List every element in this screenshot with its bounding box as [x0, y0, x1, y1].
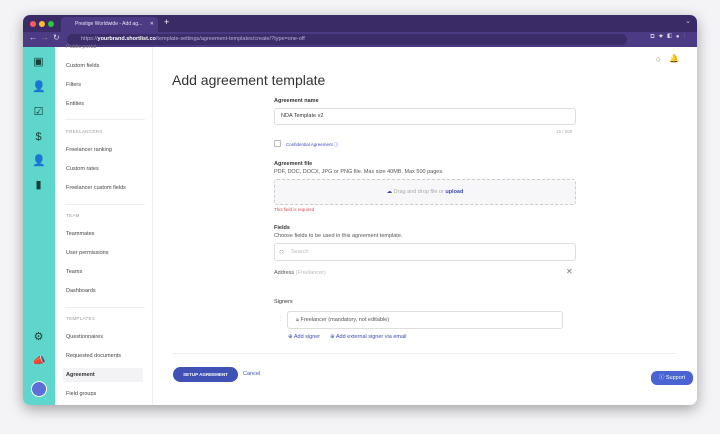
page-title: Add agreement template: [172, 72, 326, 88]
upload-cloud-icon: ☁: [386, 189, 393, 195]
back-icon[interactable]: ←: [29, 33, 37, 42]
support-button[interactable]: ⓘ Support: [651, 371, 693, 385]
setup-agreement-button[interactable]: SETUP AGREEMENT: [173, 367, 238, 382]
divider: [65, 204, 145, 205]
sidebar-item-questionnaires[interactable]: Questionnaires: [66, 334, 103, 340]
sidebar-item-freelancer-custom-fields[interactable]: Freelancer custom fields: [66, 185, 126, 191]
agreement-name-label: Agreement name: [274, 98, 319, 104]
fields-label: Fields: [274, 225, 290, 231]
forward-icon[interactable]: →: [41, 33, 49, 42]
add-signer-button[interactable]: ⊕ Add signer: [288, 334, 320, 340]
contacts-icon[interactable]: ▣: [32, 56, 45, 69]
user-check-icon[interactable]: 👤: [32, 155, 46, 168]
sidebar-item-teammates[interactable]: Teammates: [66, 231, 94, 237]
maximize-window-button[interactable]: [48, 21, 54, 27]
new-tab-button[interactable]: +: [164, 17, 169, 27]
url-prefix: https://: [81, 36, 98, 42]
fields-search-input[interactable]: ○ Search: [274, 243, 576, 261]
analytics-icon[interactable]: ▮: [32, 179, 45, 192]
url-input[interactable]: https://yourbrand.shortlist.co/template-…: [67, 34, 627, 45]
notifications-bell-icon[interactable]: 🔔: [669, 54, 679, 63]
file-dropzone[interactable]: ☁ Drag and drop file or upload: [274, 179, 576, 205]
announcements-icon[interactable]: 📣: [32, 355, 46, 368]
invoice-icon[interactable]: $: [32, 131, 45, 144]
sidebar-item-entities[interactable]: Entities: [66, 101, 84, 107]
divider: [65, 307, 145, 308]
reload-icon[interactable]: ↻: [53, 33, 60, 42]
close-window-button[interactable]: [30, 21, 36, 27]
settings-sidebar: Public portal Custom fields Filters Enti…: [55, 44, 153, 405]
confidential-label[interactable]: Confidential Agreement ⓘ: [286, 142, 339, 148]
add-external-signer-button[interactable]: ⊕ Add external signer via email: [330, 334, 406, 340]
help-icon: ⓘ: [658, 375, 665, 381]
user-search-icon[interactable]: 👤: [32, 81, 46, 94]
sidebar-item-requested-documents[interactable]: Requested documents: [66, 353, 121, 359]
signer-name: Freelancer (mandatory, not editable): [300, 317, 390, 323]
sidebar-item-user-permissions[interactable]: User permissions: [66, 250, 108, 256]
plus-circle-icon: ⊕: [288, 334, 293, 340]
sidebar-item-filters[interactable]: Filters: [66, 82, 81, 88]
settings-gear-icon[interactable]: ⚙: [32, 331, 45, 344]
close-tab-icon[interactable]: ✕: [150, 17, 154, 32]
divider: [65, 119, 145, 120]
icon-rail: ▣ 👤 ☑ $ 👤 ▮ ⚙ 📣: [23, 47, 55, 405]
sidebar-item-agreement[interactable]: Agreement: [66, 372, 95, 378]
character-counter: 15 / 200: [556, 129, 573, 134]
field-item-name: Address: [274, 270, 295, 276]
file-error-message: This field is required: [274, 207, 315, 212]
minimize-window-button[interactable]: [39, 21, 45, 27]
avatar[interactable]: [31, 381, 47, 397]
file-hint: PDF, DOC, DOCX, JPG or PNG file. Max siz…: [274, 169, 444, 175]
sidebar-item-teams[interactable]: Teams: [66, 269, 82, 275]
browser-window: Prestige Worldwide - Add ag... ✕ + ⌄ ← → …: [23, 15, 697, 405]
drag-handle-icon[interactable]: ⋮: [278, 315, 284, 322]
fields-hint: Choose fields to be used in this agreeme…: [274, 233, 403, 239]
tab-bar: Prestige Worldwide - Add ag... ✕ + ⌄: [23, 15, 697, 32]
info-icon: ⓘ: [334, 142, 339, 147]
section-heading: FREELANCERS: [66, 129, 103, 134]
extensions-icon[interactable]: ⧉✦◧●⋮: [650, 34, 689, 41]
cancel-button[interactable]: Cancel: [243, 371, 260, 377]
sidebar-item-public-portal[interactable]: Public portal: [66, 44, 96, 50]
main-content: ○ 🔔 Add agreement template Agreement nam…: [154, 47, 697, 405]
sidebar-item-custom-rates[interactable]: Custom rates: [66, 166, 99, 172]
agreement-file-label: Agreement file: [274, 161, 313, 167]
sidebar-item-field-groups[interactable]: Field groups: [66, 391, 96, 397]
url-domain: yourbrand.shortlist.co: [97, 36, 156, 42]
address-bar-row: ← → ↻ https://yourbrand.shortlist.co/tem…: [23, 32, 697, 47]
plus-circle-icon: ⊕: [330, 334, 335, 340]
sidebar-item-custom-fields[interactable]: Custom fields: [66, 63, 99, 69]
section-heading: TEMPLATES: [66, 316, 96, 321]
divider: [172, 353, 677, 354]
sidebar-item-freelancer-ranking[interactable]: Freelancer ranking: [66, 147, 112, 153]
search-icon: ○: [279, 247, 284, 256]
confidential-checkbox[interactable]: [274, 140, 281, 147]
tab-title: Prestige Worldwide - Add ag...: [75, 21, 143, 27]
tab-list-chevron-icon[interactable]: ⌄: [685, 17, 691, 25]
field-item-source: (Freelancer): [295, 270, 326, 276]
section-heading: TEAM: [66, 213, 80, 218]
drop-text: Drag and drop file or: [393, 189, 446, 195]
checklist-icon[interactable]: ☑: [32, 106, 45, 119]
search-icon[interactable]: ○: [656, 54, 661, 64]
upload-link[interactable]: upload: [445, 189, 463, 195]
signer-row: 🔒︎ Freelancer (mandatory, not editable): [287, 311, 563, 329]
agreement-name-input[interactable]: NDA Template v2: [274, 108, 576, 125]
remove-field-icon[interactable]: ✕: [566, 267, 573, 276]
agreement-name-value: NDA Template v2: [281, 113, 324, 119]
url-path: /template-settings/agreement-templates/c…: [155, 36, 305, 42]
sidebar-item-dashboards[interactable]: Dashboards: [66, 288, 96, 294]
search-placeholder: Search: [291, 249, 309, 255]
browser-tab[interactable]: Prestige Worldwide - Add ag... ✕: [61, 17, 158, 32]
signers-label: Signers: [274, 299, 293, 305]
lock-icon: 🔒︎: [296, 317, 299, 323]
